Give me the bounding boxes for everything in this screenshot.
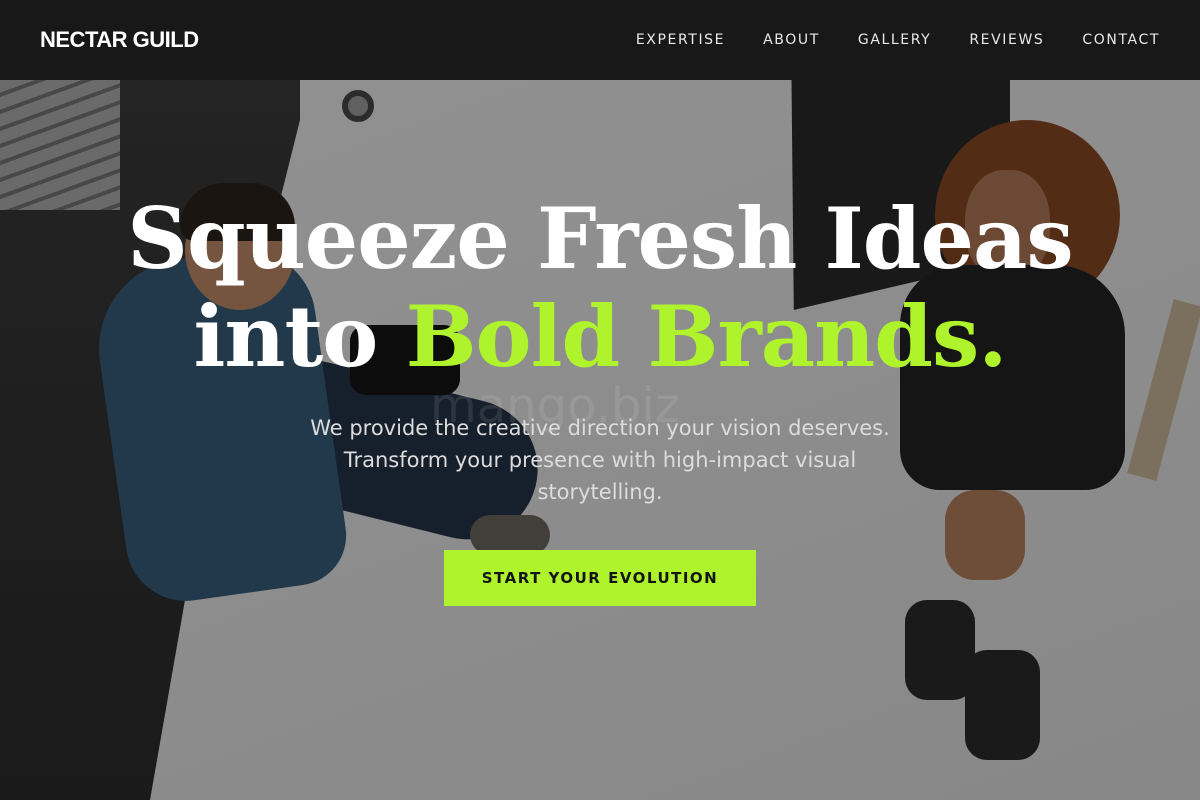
nav-link-reviews[interactable]: REVIEWS [969, 32, 1044, 48]
brand-logo[interactable]: NECTAR GUILD [40, 27, 199, 53]
nav-link-about[interactable]: ABOUT [763, 32, 820, 48]
hero-subtext: We provide the creative direction your v… [310, 416, 890, 504]
start-evolution-button[interactable]: START YOUR EVOLUTION [444, 550, 756, 606]
nav-link-expertise[interactable]: EXPERTISE [636, 32, 725, 48]
headline-line-2-prefix: into [193, 287, 406, 386]
top-navbar: NECTAR GUILD EXPERTISE ABOUT GALLERY REV… [0, 0, 1200, 80]
headline-line-1: Squeeze Fresh Ideas [127, 189, 1073, 288]
main-nav: EXPERTISE ABOUT GALLERY REVIEWS CONTACT [636, 32, 1160, 48]
hero-section: Squeeze Fresh Ideas into Bold Brands. We… [0, 190, 1200, 606]
headline-accent: Bold Brands. [405, 287, 1008, 386]
hero-headline: Squeeze Fresh Ideas into Bold Brands. [0, 190, 1200, 386]
nav-link-contact[interactable]: CONTACT [1082, 32, 1160, 48]
nav-link-gallery[interactable]: GALLERY [858, 32, 931, 48]
